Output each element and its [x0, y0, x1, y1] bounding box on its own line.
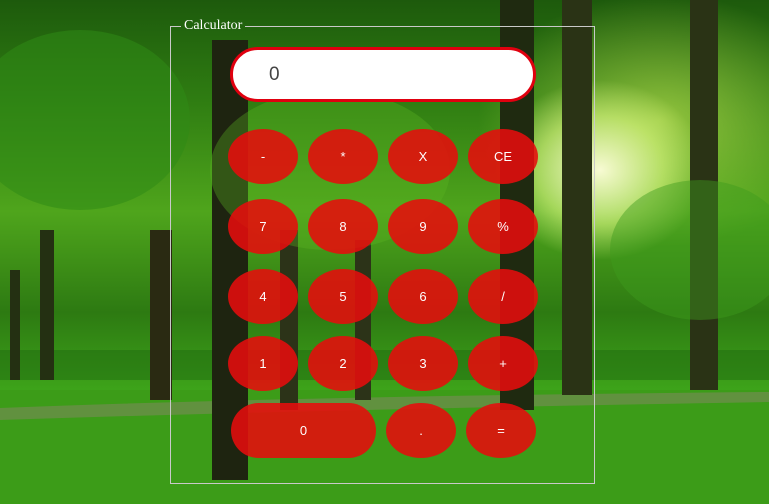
- four-button[interactable]: 4: [228, 269, 298, 324]
- minus-button[interactable]: -: [228, 129, 298, 184]
- display-input[interactable]: 0: [230, 47, 536, 102]
- clear-entry-button[interactable]: CE: [468, 129, 538, 184]
- multiply-button[interactable]: *: [308, 129, 378, 184]
- plus-button[interactable]: +: [468, 336, 538, 391]
- zero-button[interactable]: 0: [231, 403, 376, 458]
- percent-button[interactable]: %: [468, 199, 538, 254]
- x-button[interactable]: X: [388, 129, 458, 184]
- nine-button[interactable]: 9: [388, 199, 458, 254]
- one-button[interactable]: 1: [228, 336, 298, 391]
- three-button[interactable]: 3: [388, 336, 458, 391]
- decimal-button[interactable]: .: [386, 403, 456, 458]
- calculator-legend: Calculator: [184, 18, 243, 33]
- seven-button[interactable]: 7: [228, 199, 298, 254]
- two-button[interactable]: 2: [308, 336, 378, 391]
- equals-button[interactable]: =: [466, 403, 536, 458]
- six-button[interactable]: 6: [388, 269, 458, 324]
- eight-button[interactable]: 8: [308, 199, 378, 254]
- divide-button[interactable]: /: [468, 269, 538, 324]
- five-button[interactable]: 5: [308, 269, 378, 324]
